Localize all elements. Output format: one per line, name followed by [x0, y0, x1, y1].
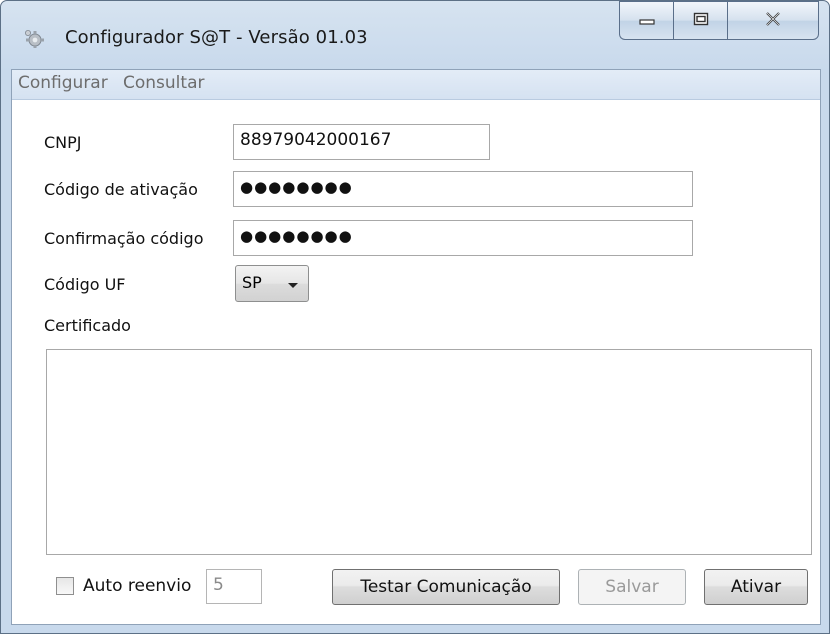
auto-resend-checkbox[interactable]: [56, 577, 74, 595]
test-communication-button[interactable]: Testar Comunicação: [332, 569, 560, 605]
minimize-button[interactable]: [619, 1, 673, 40]
restore-button[interactable]: [673, 1, 727, 40]
uf-select[interactable]: SP: [235, 265, 309, 302]
certificate-label: Certificado: [44, 316, 131, 335]
chevron-down-icon: [288, 283, 298, 288]
menu-configurar[interactable]: Configurar: [18, 73, 108, 93]
activation-code-input[interactable]: ●●●●●●●●: [233, 171, 693, 207]
certificate-textarea[interactable]: [46, 349, 812, 555]
auto-resend-count-input[interactable]: 5: [206, 569, 262, 604]
restore-icon: [693, 11, 709, 30]
close-icon: [764, 11, 782, 30]
caption-buttons: [619, 1, 819, 41]
gear-app-icon: [23, 29, 45, 49]
cnpj-input[interactable]: 88979042000167: [233, 124, 490, 160]
menu-bar: Configurar Consultar: [12, 70, 820, 100]
uf-code-label: Código UF: [44, 275, 126, 294]
uf-select-value: SP: [242, 273, 262, 292]
client-area: Configurar Consultar CNPJ 88979042000167…: [11, 69, 821, 625]
minimize-icon: [638, 11, 655, 30]
auto-resend-label: Auto reenvio: [83, 576, 192, 596]
title-bar[interactable]: Configurador S@T - Versão 01.03: [1, 1, 829, 69]
app-window: Configurador S@T - Versão 01.03 Configur…: [0, 0, 830, 634]
cnpj-label: CNPJ: [44, 133, 82, 152]
save-button[interactable]: Salvar: [578, 569, 686, 605]
menu-consultar[interactable]: Consultar: [123, 73, 204, 93]
window-title: Configurador S@T - Versão 01.03: [65, 27, 368, 48]
confirm-code-label: Confirmação código: [44, 229, 204, 248]
activate-button[interactable]: Ativar: [704, 569, 808, 605]
confirm-code-input[interactable]: ●●●●●●●●: [233, 220, 693, 256]
close-button[interactable]: [727, 1, 819, 40]
activation-code-label: Código de ativação: [44, 180, 198, 199]
